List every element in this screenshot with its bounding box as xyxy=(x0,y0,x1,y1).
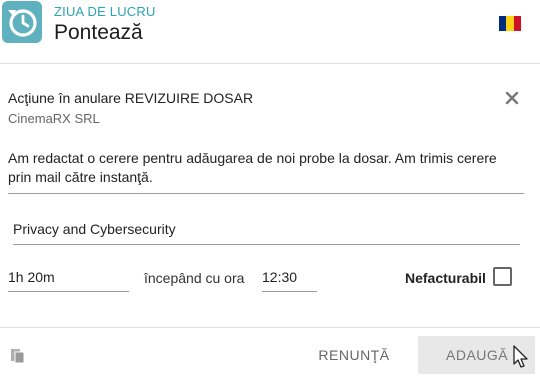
duration-field[interactable]: 1h 20m xyxy=(8,269,129,292)
footer-divider xyxy=(0,327,540,328)
project-field[interactable]: Privacy and Cybersecurity xyxy=(13,221,520,245)
start-time-field[interactable]: 12:30 xyxy=(262,269,317,292)
clock-refresh-icon xyxy=(8,9,37,37)
brand-subtitle: ZIUA DE LUCRU xyxy=(54,4,156,19)
description-line-2: prin mail către instanţă. xyxy=(8,169,153,185)
starting-at-label: începând cu ora xyxy=(144,270,245,286)
page-title: Pontează xyxy=(54,21,143,44)
nonbillable-label: Nefacturabil xyxy=(405,270,486,286)
close-icon[interactable] xyxy=(502,88,522,108)
copy-icon[interactable] xyxy=(10,346,26,364)
flag-stripe-yellow xyxy=(506,16,514,31)
mouse-cursor-icon xyxy=(513,345,529,369)
flag-stripe-red xyxy=(513,16,521,31)
description-line-1: Am redactat o cerere pentru adăugarea de… xyxy=(8,150,497,166)
company-name: CinemaRX SRL xyxy=(8,111,100,126)
header: ZIUA DE LUCRU Pontează xyxy=(0,0,540,64)
flag-stripe-blue xyxy=(499,16,507,31)
nonbillable-checkbox[interactable] xyxy=(493,267,512,286)
action-title: Acţiune în anulare REVIZUIRE DOSAR xyxy=(8,90,254,106)
description-field[interactable]: Am redactat o cerere pentru adăugarea de… xyxy=(8,149,524,194)
cancel-button[interactable]: RENUNŢĂ xyxy=(309,337,399,373)
app-logo xyxy=(2,1,42,43)
language-flag-icon[interactable] xyxy=(499,16,521,31)
timesheet-dialog: ZIUA DE LUCRU Pontează Acţiune în anular… xyxy=(0,0,540,379)
